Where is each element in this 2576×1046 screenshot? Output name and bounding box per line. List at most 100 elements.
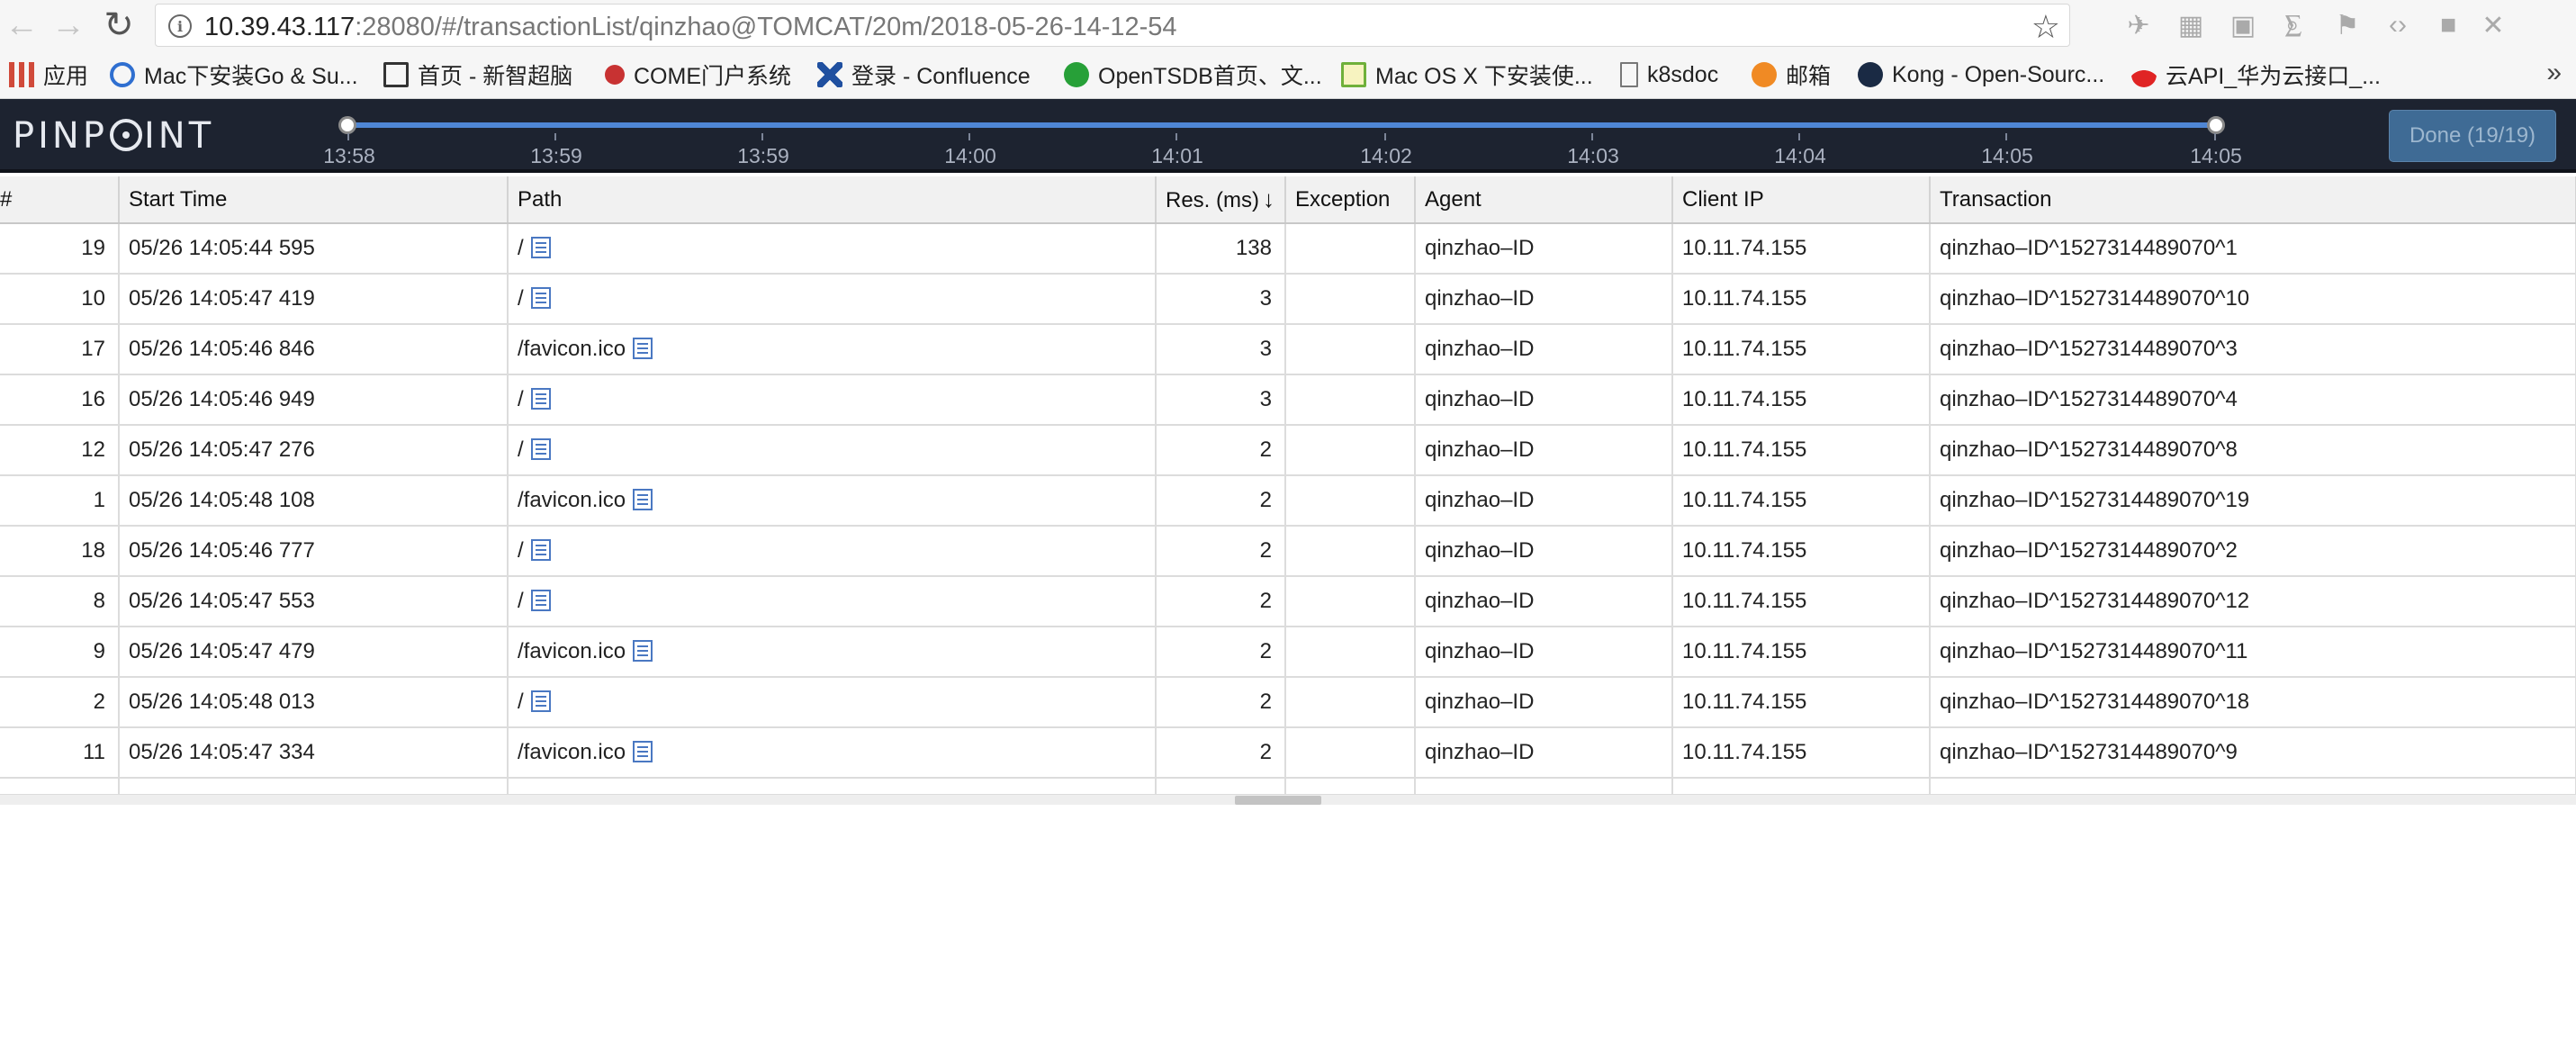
extension-image-icon[interactable]: ▣ xyxy=(2225,7,2261,43)
col-header-exception[interactable]: Exception xyxy=(1285,176,1416,224)
scrollbar-thumb[interactable] xyxy=(1235,796,1321,805)
table-row[interactable]: 17 05/26 14:05:46 846/favicon.ico 3 qinzhao… xyxy=(0,324,2576,375)
cell-agent: qinzhao–ID xyxy=(1415,475,1673,527)
call-tree-icon[interactable] xyxy=(633,338,653,359)
cell-path[interactable]: / xyxy=(508,526,1157,577)
call-tree-icon[interactable] xyxy=(633,640,653,662)
back-button[interactable]: ← xyxy=(2,5,41,45)
cell-transaction[interactable]: qinzhao–ID^1527314489070^18 xyxy=(1930,677,2576,728)
call-tree-icon[interactable] xyxy=(530,438,551,460)
table-row[interactable]: 9 05/26 14:05:47 479/favicon.ico 2 qinzhao–… xyxy=(0,627,2576,678)
cell-transaction[interactable]: qinzhao–ID^1527314489070^4 xyxy=(1930,374,2576,426)
table-row[interactable]: 16 05/26 14:05:46 949 / 3 qinzhao–ID 10.11.74… xyxy=(0,374,2576,426)
cell-path[interactable]: /favicon.ico xyxy=(508,627,1157,678)
cell-transaction[interactable]: qinzhao–ID^1527314489070^8 xyxy=(1930,425,2576,476)
call-tree-icon[interactable] xyxy=(530,287,551,309)
col-header-agent[interactable]: Agent xyxy=(1415,176,1673,224)
bookmark-huawei[interactable]: 云API_华为云接口_... xyxy=(2131,59,2381,90)
table-row[interactable]: 19 05/26 14:05:44 595 / 138 qinzhao–ID 10.11.… xyxy=(0,223,2576,275)
table-row[interactable]: 11 05/26 14:05:47 334/favicon.ico 2 qinzhao… xyxy=(0,727,2576,779)
cell-agent: qinzhao–ID xyxy=(1415,677,1673,728)
timeline-tick xyxy=(347,133,349,140)
cell-path-text: /favicon.ico xyxy=(518,488,626,512)
extension-code-icon[interactable]: ‹› xyxy=(2380,7,2416,43)
call-tree-icon[interactable] xyxy=(530,388,551,410)
timeline-label: 14:02 xyxy=(1360,144,1412,167)
col-header-client-ip[interactable]: Client IP xyxy=(1672,176,1931,224)
bookmark-mail[interactable]: 邮箱 xyxy=(1752,59,1831,90)
extension-box-icon[interactable]: ■ xyxy=(2430,7,2466,43)
call-tree-icon[interactable] xyxy=(530,237,551,258)
call-tree-icon[interactable] xyxy=(633,741,653,762)
timeline-label: 14:00 xyxy=(944,144,996,167)
cell-number: 1 xyxy=(0,475,120,527)
extension-flag-icon[interactable]: ⚑ xyxy=(2329,7,2365,43)
cell-transaction[interactable]: qinzhao–ID^1527314489070^3 xyxy=(1930,324,2576,375)
done-button[interactable]: Done (19/19) xyxy=(2389,110,2556,162)
cell-transaction[interactable]: qinzhao–ID^1527314489070^11 xyxy=(1930,627,2576,678)
address-bar[interactable]: i 10.39.43.117:28080/#/transactionList/q… xyxy=(155,4,2070,47)
extension-grid-icon[interactable]: ▦ xyxy=(2173,7,2209,43)
table-row[interactable]: 10 05/26 14:05:47 419 / 3 qinzhao–ID 10.11.74… xyxy=(0,274,2576,325)
cell-path[interactable]: /favicon.ico xyxy=(508,475,1157,527)
c-logo-icon xyxy=(110,62,135,87)
call-tree-icon[interactable] xyxy=(633,489,653,510)
forward-button[interactable]: → xyxy=(49,5,88,45)
cell-path[interactable]: / xyxy=(508,425,1157,476)
cell-agent: qinzhao–ID xyxy=(1415,425,1673,476)
horizontal-scrollbar[interactable] xyxy=(0,794,2576,805)
table-row[interactable]: 8 05/26 14:05:47 553 / 2 qinzhao–ID 10.11.74.… xyxy=(0,576,2576,627)
range-start-handle[interactable] xyxy=(338,116,356,134)
cell-transaction[interactable]: qinzhao–ID^1527314489070^12 xyxy=(1930,576,2576,627)
bookmark-opentsdb[interactable]: OpenTSDB首页、文... xyxy=(1064,59,1322,90)
table-row[interactable]: 12 05/26 14:05:47 276 / 2 qinzhao–ID 10.11.74… xyxy=(0,425,2576,476)
cell-transaction[interactable]: qinzhao–ID^1527314489070^9 xyxy=(1930,727,2576,779)
cell-exception xyxy=(1285,526,1416,577)
cell-transaction[interactable]: qinzhao–ID^1527314489070^1 xyxy=(1930,223,2576,275)
extension-x-icon[interactable]: ✕ xyxy=(2475,7,2511,43)
time-range-slider[interactable]: 13:58 13:59 13:59 14:00 14:01 14:02 14:0… xyxy=(323,113,2242,167)
col-header-number[interactable]: # xyxy=(0,176,120,224)
bookmark-confluence[interactable]: 登录 - Confluence xyxy=(817,59,1031,90)
cell-path[interactable]: / xyxy=(508,374,1157,426)
col-header-transaction[interactable]: Transaction xyxy=(1930,176,2576,224)
table-row[interactable]: 1 05/26 14:05:48 108/favicon.ico 2 qinzhao–… xyxy=(0,475,2576,527)
cell-path[interactable]: / xyxy=(508,274,1157,325)
col-header-path[interactable]: Path xyxy=(508,176,1157,224)
cell-path[interactable]: / xyxy=(508,223,1157,275)
reload-button[interactable]: ↻ xyxy=(99,5,139,45)
extension-plane-icon[interactable]: ✈ xyxy=(2121,7,2157,43)
url-host: 10.39.43.117 xyxy=(204,13,356,41)
cell-transaction[interactable]: qinzhao–ID^1527314489070^2 xyxy=(1930,526,2576,577)
cell-client-ip: 10.11.74.155 xyxy=(1672,627,1931,678)
bookmark-label: COME门户系统 xyxy=(634,64,792,89)
bookmark-apps[interactable]: 应用 xyxy=(9,59,88,90)
bookmark-macosx[interactable]: Mac OS X 下安装使... xyxy=(1341,59,1593,90)
cell-path[interactable]: / xyxy=(508,677,1157,728)
call-tree-icon[interactable] xyxy=(530,539,551,561)
col-header-response-time[interactable]: Res. (ms) ↓ xyxy=(1156,176,1286,224)
bookmark-xinzhi[interactable]: 首页 - 新智超脑 xyxy=(383,59,572,90)
bookmark-star-icon[interactable]: ☆ xyxy=(2031,8,2060,46)
cell-transaction[interactable]: qinzhao–ID^1527314489070^10 xyxy=(1930,274,2576,325)
bookmark-kong[interactable]: Kong - Open-Sourc... xyxy=(1858,59,2104,90)
table-row[interactable]: 18 05/26 14:05:46 777 / 2 qinzhao–ID 10.11.74… xyxy=(0,526,2576,577)
url-text[interactable]: 10.39.43.117:28080/#/transactionList/qin… xyxy=(204,13,1177,42)
bookmark-k8sdoc[interactable]: k8sdoc xyxy=(1620,59,1718,90)
cell-path[interactable]: /favicon.ico xyxy=(508,727,1157,779)
range-end-handle[interactable] xyxy=(2207,116,2225,134)
cell-exception xyxy=(1285,324,1416,375)
cell-path[interactable]: / xyxy=(508,576,1157,627)
table-row[interactable]: 2 05/26 14:05:48 013/2 qinzhao–ID 10.11.74.… xyxy=(0,677,2576,728)
bookmarks-more-button[interactable]: » xyxy=(2546,58,2562,88)
info-icon[interactable]: i xyxy=(168,14,192,38)
col-header-start-time[interactable]: Start Time xyxy=(119,176,509,224)
bookmark-mac-go[interactable]: Mac下安装Go & Su... xyxy=(110,59,358,90)
bookmark-come[interactable]: COME门户系统 xyxy=(605,59,791,90)
call-tree-icon[interactable] xyxy=(530,690,551,712)
cell-path[interactable]: /favicon.ico xyxy=(508,324,1157,375)
cell-transaction[interactable]: qinzhao–ID^1527314489070^19 xyxy=(1930,475,2576,527)
call-tree-icon[interactable] xyxy=(530,590,551,611)
cell-client-ip: 10.11.74.155 xyxy=(1672,727,1931,779)
extension-tree-icon[interactable]: ⨊ xyxy=(2275,7,2311,43)
